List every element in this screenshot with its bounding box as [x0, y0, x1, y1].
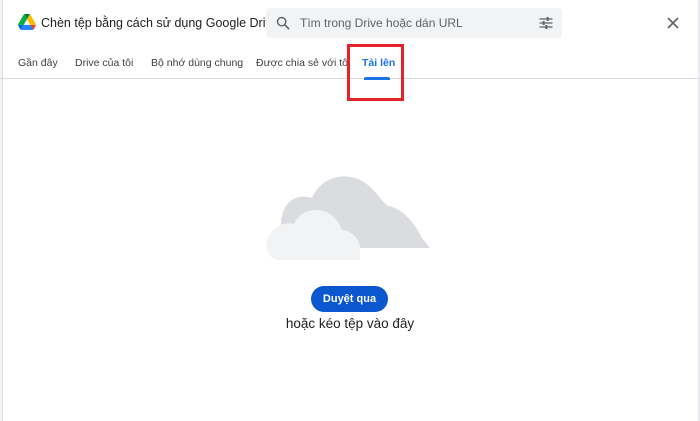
tab-shared-drives[interactable]: Bộ nhớ dùng chung [151, 57, 243, 69]
drive-picker-dialog: Chèn tệp bằng cách sử dụng Google Drive [0, 0, 700, 421]
browse-button[interactable]: Duyệt qua [311, 286, 388, 312]
close-icon[interactable] [664, 14, 682, 32]
search-icon[interactable] [275, 15, 291, 31]
dialog-header: Chèn tệp bằng cách sử dụng Google Drive [0, 0, 700, 46]
annotation-highlight-box [347, 44, 404, 101]
search-input[interactable] [300, 14, 530, 32]
cloud-icon [266, 176, 430, 260]
google-drive-icon [18, 14, 36, 30]
search-box[interactable] [266, 8, 562, 38]
dialog-title: Chèn tệp bằng cách sử dụng Google Drive [41, 16, 279, 30]
filter-sliders-icon[interactable] [538, 15, 554, 31]
tab-my-drive[interactable]: Drive của tôi [75, 57, 133, 69]
tab-recent[interactable]: Gần đây [18, 57, 58, 69]
tab-shared-with-me[interactable]: Được chia sẻ với tôi [256, 57, 350, 69]
drag-drop-hint: hoặc kéo tệp vào đây [285, 316, 415, 331]
